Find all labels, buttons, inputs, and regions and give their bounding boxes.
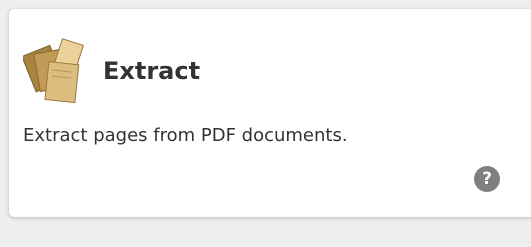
card-description: Extract pages from PDF documents. — [23, 125, 348, 146]
help-icon[interactable]: ? — [474, 166, 500, 192]
extract-tool-card[interactable]: Extract Extract pages from PDF documents… — [9, 9, 531, 217]
extract-pages-icon — [21, 35, 85, 107]
card-title: Extract — [103, 57, 201, 85]
